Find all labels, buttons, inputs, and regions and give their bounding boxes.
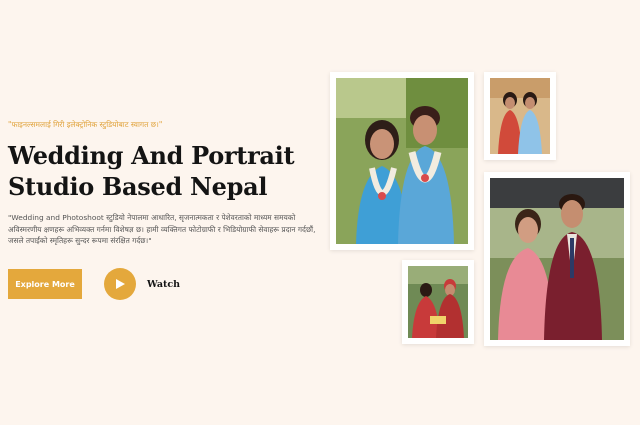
- couple-portrait-photo: [330, 72, 474, 250]
- watch-link[interactable]: Watch: [147, 279, 180, 290]
- couple-small-image: [490, 78, 550, 154]
- ceremony-image: [408, 266, 468, 338]
- explore-more-button[interactable]: Explore More: [8, 269, 82, 299]
- play-button[interactable]: [104, 268, 136, 300]
- hero-tagline: "फाइनल्समलाई गिरी इलेक्ट्रोनिक स्टुडियोब…: [8, 120, 163, 129]
- hero-actions: Explore More Watch: [8, 268, 180, 300]
- ceremony-photo: [402, 260, 474, 344]
- play-icon: [116, 279, 125, 289]
- hero-title: Wedding And Portrait Studio Based Nepal: [8, 140, 326, 202]
- hero-text: "फाइनल्समलाई गिरी इलेक्ट्रोनिक स्टुडियोब…: [8, 120, 326, 247]
- couple-suit-image: [490, 178, 624, 340]
- hero-title-line1: Wedding And Portrait: [8, 141, 295, 170]
- hero-description: "Wedding and Photoshoot स्टुडियो नेपालमा…: [8, 213, 316, 245]
- couple-suit-photo: [484, 172, 630, 346]
- couple-small-photo: [484, 72, 556, 160]
- couple-portrait-image: [336, 78, 468, 244]
- hero-title-line2: Studio Based Nepal: [8, 172, 268, 201]
